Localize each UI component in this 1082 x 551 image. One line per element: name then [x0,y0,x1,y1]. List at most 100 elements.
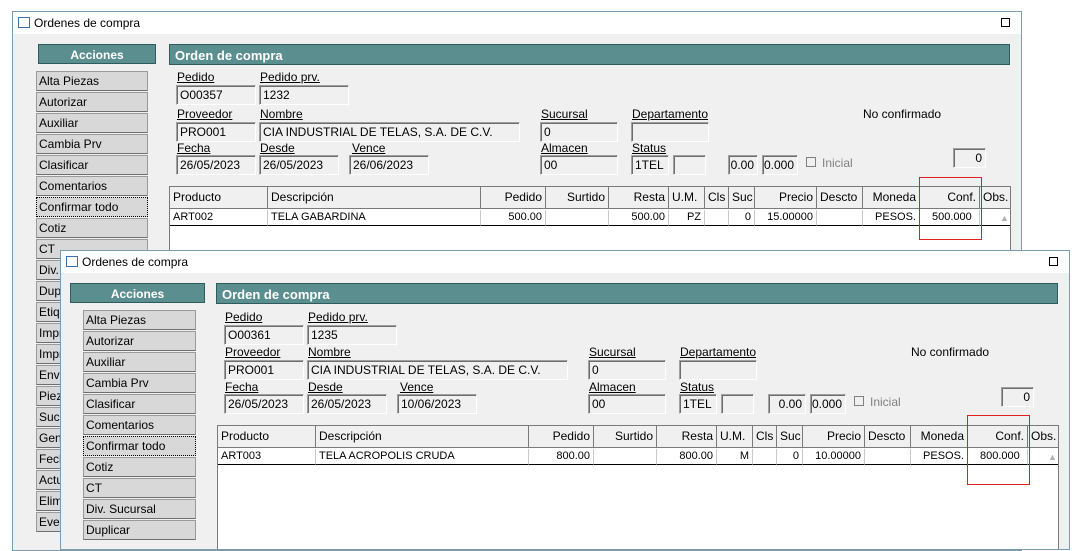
proveedor-field[interactable]: PRO001 [176,122,256,142]
sidebar-item-duplicar[interactable]: Duplicar [83,520,196,540]
label-fecha: Fecha [177,141,211,155]
pedido-field[interactable]: O00357 [176,85,256,105]
sidebar-item-auxiliar[interactable]: Auxiliar [36,113,148,133]
confirmation-status: No confirmado [863,107,942,121]
desde-field[interactable]: 26/05/2023 [307,394,387,414]
acciones-header: Acciones [70,283,205,303]
sidebar-item-alta-piezas[interactable]: Alta Piezas [83,310,196,330]
sidebar-item-cotiz[interactable]: Cotiz [36,218,148,238]
sidebar-item-autorizar[interactable]: Autorizar [36,92,148,112]
col-producto[interactable]: Producto [170,187,268,209]
fecha-field[interactable]: 26/05/2023 [176,155,256,175]
label-nombre: Nombre [308,345,351,359]
value-field-b[interactable]: 0.000 [810,394,846,414]
departamento-field[interactable] [679,360,757,380]
col-descto[interactable]: Descto [865,426,911,448]
value-field-a[interactable]: 0.00 [728,155,758,175]
title-bar[interactable]: Ordenes de compra [61,251,1069,273]
col-descripcion[interactable]: Descripción [316,426,529,448]
col-suc[interactable]: Suc [777,426,803,448]
col-surtido[interactable]: Surtido [546,187,609,209]
departamento-field[interactable] [631,122,709,142]
col-moneda[interactable]: Moneda [911,426,968,448]
status-field[interactable]: 1TEL [631,155,669,175]
desde-field[interactable]: 26/05/2023 [259,155,339,175]
maximize-icon[interactable] [1049,257,1058,266]
sucursal-field[interactable]: 0 [588,360,666,380]
almacen-field[interactable]: 00 [588,394,666,414]
status-extra-field[interactable] [673,155,706,175]
sidebar-item-clasificar[interactable]: Clasificar [36,155,148,175]
sidebar-item-ct[interactable]: CT [83,478,196,498]
col-um[interactable]: U.M. [717,426,753,448]
pedido-prv-field[interactable]: 1235 [307,325,397,345]
col-producto[interactable]: Producto [218,426,316,448]
window-title: Ordenes de compra [34,16,141,30]
col-precio[interactable]: Precio [803,426,865,448]
col-um[interactable]: U.M. [669,187,705,209]
sidebar-item-confirmar-todo[interactable]: Confirmar todo [36,197,148,217]
scroll-up-icon[interactable]: ▲ [1048,453,1057,462]
inicial-checkbox[interactable] [854,396,864,406]
sidebar-item-cambia-prv[interactable]: Cambia Prv [83,373,196,393]
col-suc[interactable]: Suc [729,187,755,209]
cell-descto [865,449,911,465]
col-surtido[interactable]: Surtido [594,426,657,448]
almacen-field[interactable]: 00 [540,155,618,175]
col-precio[interactable]: Precio [755,187,817,209]
value-field-b[interactable]: 0.000 [762,155,798,175]
scroll-up-icon[interactable]: ▲ [1000,214,1009,223]
maximize-icon[interactable] [1001,18,1010,27]
sidebar-item-clasificar[interactable]: Clasificar [83,394,196,414]
label-pedido: Pedido [177,70,215,84]
cell-cls [705,210,729,226]
cell-moneda: PESOS. [863,210,920,226]
status-extra-field[interactable] [721,394,754,414]
col-cls[interactable]: Cls [753,426,777,448]
sidebar-item-confirmar-todo[interactable]: Confirmar todo [83,436,196,456]
value-field-a[interactable]: 0.00 [768,394,806,414]
sidebar-item-auxiliar[interactable]: Auxiliar [83,352,196,372]
col-descripcion[interactable]: Descripción [268,187,481,209]
inicial-checkbox[interactable] [806,157,816,167]
vence-field[interactable]: 10/06/2023 [397,394,477,414]
order-header: Orden de compra [216,283,1058,304]
col-moneda[interactable]: Moneda [863,187,920,209]
count-field[interactable]: 0 [1001,387,1034,407]
sidebar-item-alta-piezas[interactable]: Alta Piezas [36,71,148,91]
window-icon [18,17,30,28]
sidebar-item-cotiz[interactable]: Cotiz [83,457,196,477]
nombre-field[interactable]: CIA INDUSTRIAL DE TELAS, S.A. DE C.V. [259,122,520,142]
window-title: Ordenes de compra [82,255,189,269]
fecha-field[interactable]: 26/05/2023 [224,394,304,414]
items-table: Producto Descripción Pedido Surtido Rest… [217,425,1059,549]
cell-producto: ART003 [218,449,316,465]
col-pedido[interactable]: Pedido [481,187,546,209]
label-status: Status [632,141,667,155]
label-departamento: Departamento [680,345,757,359]
col-cls[interactable]: Cls [705,187,729,209]
col-pedido[interactable]: Pedido [529,426,594,448]
status-field[interactable]: 1TEL [679,394,717,414]
sidebar-item-cambia-prv[interactable]: Cambia Prv [36,134,148,154]
pedido-prv-field[interactable]: 1232 [259,85,349,105]
proveedor-field[interactable]: PRO001 [224,360,304,380]
pedido-field[interactable]: O00361 [224,325,304,345]
col-obs[interactable]: Obs. [980,187,1010,209]
sidebar-item-comentarios[interactable]: Comentarios [83,415,196,435]
col-obs[interactable]: Obs. [1028,426,1058,448]
col-descto[interactable]: Descto [817,187,863,209]
nombre-field[interactable]: CIA INDUSTRIAL DE TELAS, S.A. DE C.V. [307,360,568,380]
count-field[interactable]: 0 [953,148,986,168]
label-sucursal: Sucursal [589,345,636,359]
vence-field[interactable]: 26/06/2023 [349,155,429,175]
col-resta[interactable]: Resta [609,187,669,209]
title-bar[interactable]: Ordenes de compra [13,12,1021,34]
sidebar-item-comentarios[interactable]: Comentarios [36,176,148,196]
sucursal-field[interactable]: 0 [540,122,618,142]
label-inicial: Inicial [822,156,853,170]
col-resta[interactable]: Resta [657,426,717,448]
sidebar-item-div-sucursal[interactable]: Div. Sucursal [83,499,196,519]
cell-resta: 800.00 [657,449,717,465]
sidebar-item-autorizar[interactable]: Autorizar [83,331,196,351]
